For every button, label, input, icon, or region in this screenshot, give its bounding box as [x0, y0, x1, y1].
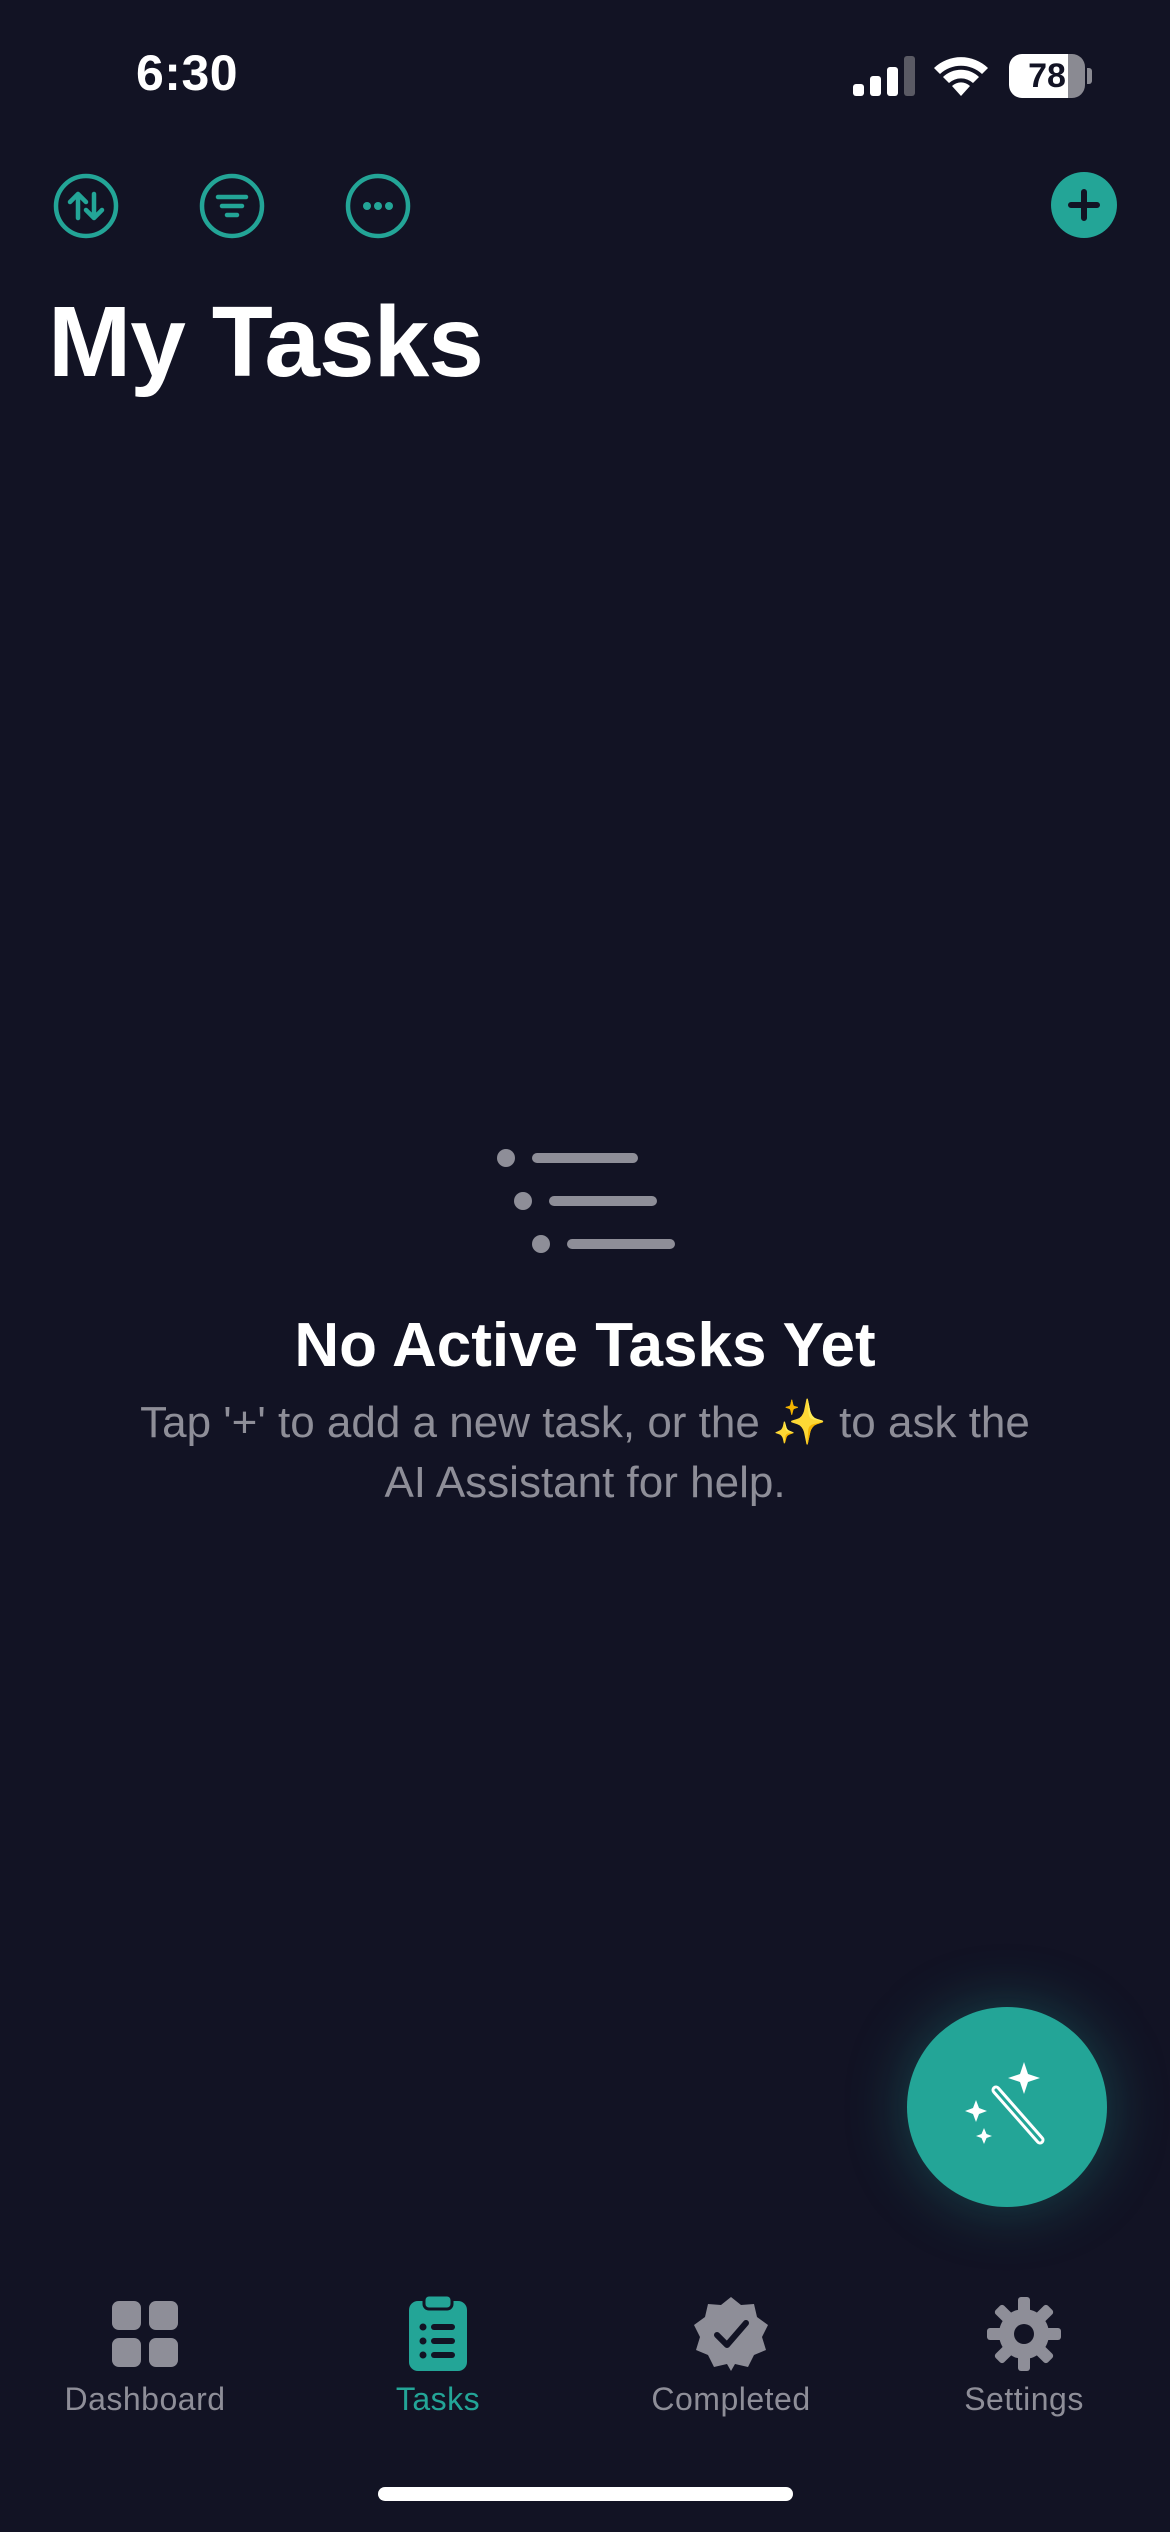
more-button[interactable] [344, 172, 412, 240]
page-title: My Tasks [48, 286, 484, 398]
battery-level: 78 [1028, 57, 1066, 95]
tab-completed[interactable]: Completed [621, 2295, 841, 2435]
empty-state-subtitle: Tap '+' to add a new task, or the ✨ to a… [140, 1398, 1030, 1507]
clipboard-list-icon [409, 2295, 467, 2371]
battery-icon: 78 [1009, 54, 1092, 98]
tab-label: Completed [651, 2381, 811, 2417]
tab-label: Dashboard [64, 2381, 226, 2417]
dashboard-grid-icon [112, 2301, 178, 2367]
checkmark-badge-icon [694, 2297, 768, 2371]
home-indicator[interactable] [378, 2487, 793, 2501]
wifi-icon [934, 57, 988, 96]
tab-dashboard[interactable]: Dashboard [35, 2295, 255, 2435]
filter-icon [199, 173, 265, 239]
status-time: 6:30 [136, 45, 239, 101]
gear-icon [987, 2297, 1061, 2371]
tab-tasks[interactable]: Tasks [328, 2295, 548, 2435]
empty-state-title: No Active Tasks Yet [294, 1311, 876, 1380]
more-icon [345, 173, 411, 239]
tab-settings[interactable]: Settings [914, 2295, 1134, 2435]
filter-button[interactable] [198, 172, 266, 240]
magic-wand-sparkles-icon [965, 2062, 1045, 2145]
sort-icon [53, 173, 119, 239]
list-icon [497, 1149, 675, 1253]
sort-button[interactable] [52, 172, 120, 240]
ai-assistant-button[interactable] [907, 2007, 1107, 2207]
add-task-button[interactable] [1051, 172, 1117, 238]
tab-label: Tasks [395, 2381, 481, 2417]
plus-icon [1051, 172, 1117, 238]
cellular-signal-icon [853, 56, 915, 96]
tab-label: Settings [964, 2381, 1084, 2417]
